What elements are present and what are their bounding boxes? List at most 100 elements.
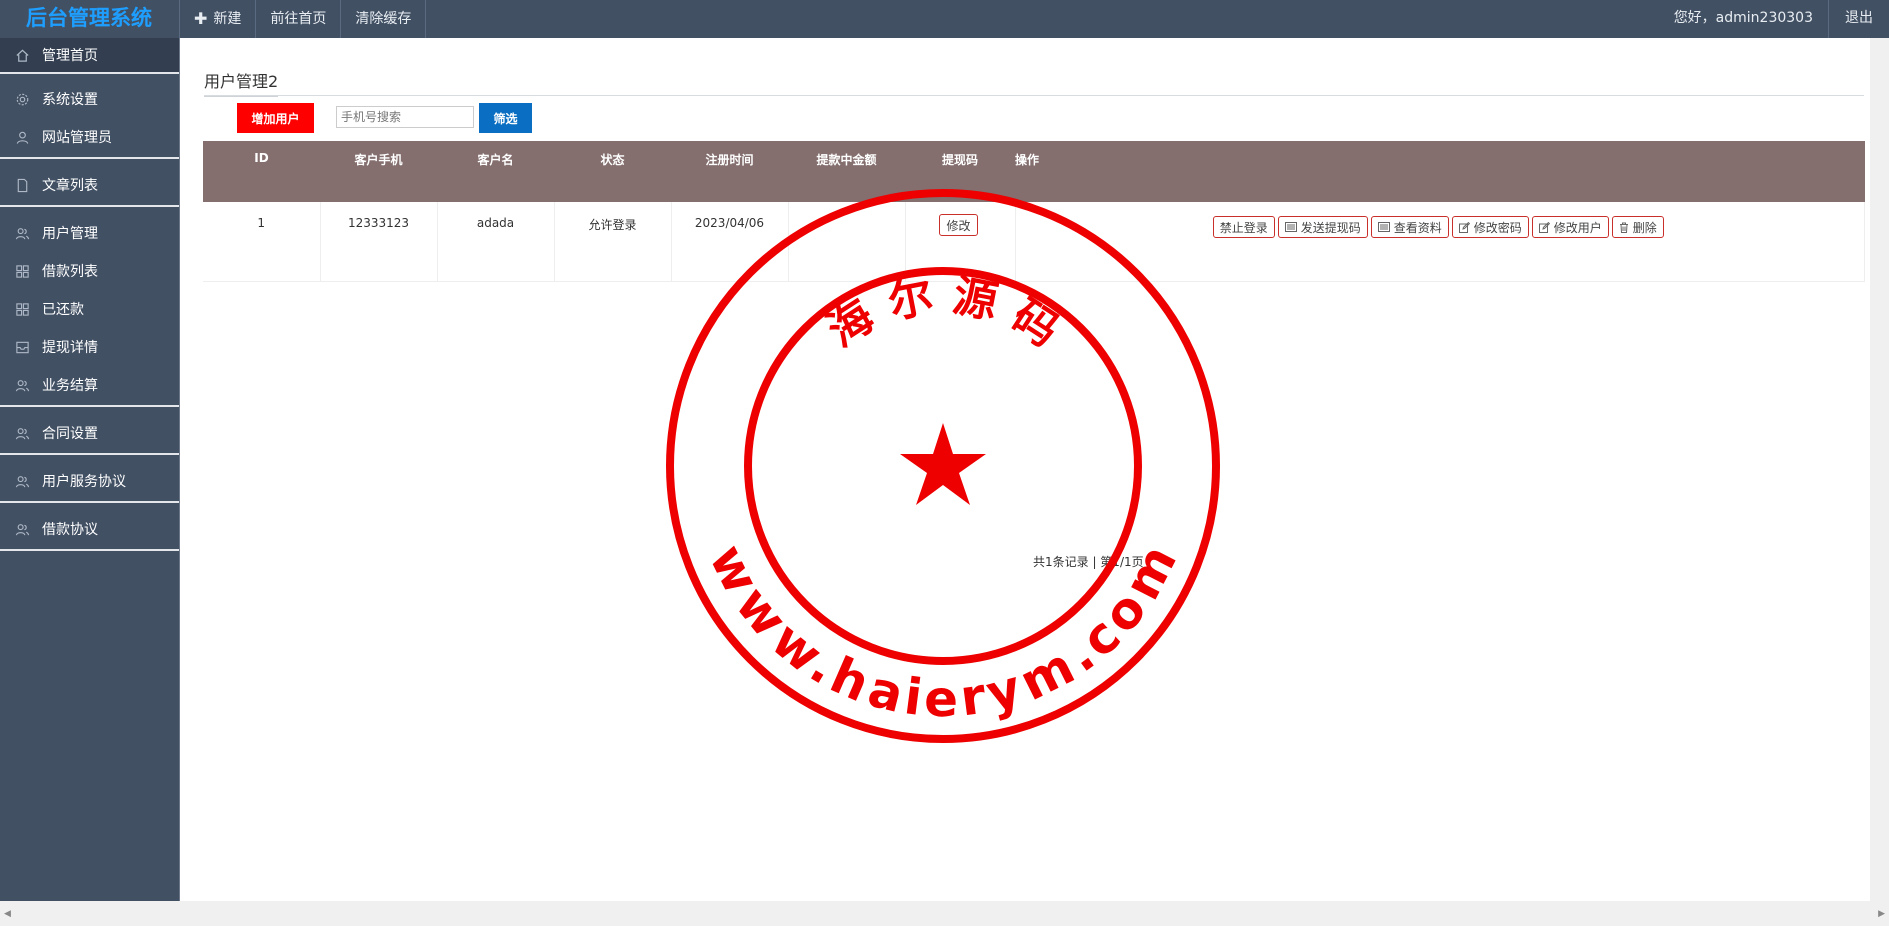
cell-status: 允许登录 — [554, 202, 672, 282]
column-header-name: 客户名 — [477, 153, 514, 167]
sidebar-divider — [0, 549, 179, 551]
list-icon — [1284, 222, 1297, 232]
sidebar-item-label: 业务结算 — [42, 378, 98, 394]
action-label: 禁止登录 — [1219, 220, 1268, 235]
cell-amount — [788, 202, 906, 282]
column-header-reg-time: 注册时间 — [705, 153, 754, 167]
top-bar: 后台管理系统 ✚ 新建 前往首页 清除缓存 您好，admin230303 退出 — [0, 0, 1889, 38]
sidebar-divider — [0, 205, 179, 207]
cell-phone: 12333123 — [320, 202, 438, 282]
table-header-row: ID 客户手机 客户名 状态 注册时间 提款中金额 提现码 操作 — [203, 141, 1865, 202]
sidebar-item-service-agreement[interactable]: 用户服务协议 — [0, 464, 179, 498]
inbox-icon — [14, 339, 30, 355]
sidebar-item-loan-list[interactable]: 借款列表 — [0, 254, 179, 288]
edit-user-button[interactable]: 修改用户 — [1531, 216, 1609, 238]
user-icon — [14, 129, 30, 145]
sidebar-item-repaid[interactable]: 已还款 — [0, 292, 179, 326]
goto-homepage-button[interactable]: 前往首页 — [255, 0, 342, 38]
grid-icon — [14, 263, 30, 279]
sidebar-divider — [0, 501, 179, 503]
document-icon — [14, 177, 30, 193]
sidebar-item-withdraw-details[interactable]: 提现详情 — [0, 330, 179, 364]
edit-icon — [1538, 221, 1550, 233]
sidebar-divider — [0, 405, 179, 407]
sidebar-item-label: 借款协议 — [42, 522, 98, 538]
sidebar-divider — [0, 72, 179, 74]
brand-title[interactable]: 后台管理系统 — [0, 0, 178, 38]
cell-reg-time: 2023/04/06 — [671, 202, 789, 282]
cell-code: 修改 — [905, 202, 1016, 282]
disable-login-button[interactable]: 禁止登录 — [1212, 216, 1275, 238]
action-label: 发送提现码 — [1300, 220, 1361, 235]
clear-cache-label: 清除缓存 — [355, 11, 412, 27]
top-nav: ✚ 新建 前往首页 清除缓存 — [179, 0, 427, 38]
edit-code-button[interactable]: 修改 — [939, 214, 978, 236]
sidebar-item-loan-agreement[interactable]: 借款协议 — [0, 512, 179, 546]
new-label: 新建 — [213, 11, 242, 27]
phone-search-input[interactable] — [336, 106, 474, 128]
gear-icon — [14, 91, 30, 107]
users-icon — [14, 225, 30, 241]
horizontal-scrollbar[interactable]: ◀ ▶ — [0, 901, 1889, 926]
edit-icon — [1458, 221, 1470, 233]
sidebar-item-label: 提现详情 — [42, 340, 98, 356]
list-icon — [1377, 222, 1390, 232]
cell-actions: 禁止登录 发送提现码 查看资料 修改密码 修改用户 删除 — [1015, 202, 1865, 282]
sidebar-divider — [0, 157, 179, 159]
vertical-scrollbar[interactable] — [1870, 38, 1889, 901]
welcome-text: 您好，admin230303 — [1673, 10, 1813, 26]
table-row: 1 12333123 adada 允许登录 2023/04/06 修改 禁止登录… — [203, 202, 1865, 282]
sidebar-divider — [0, 453, 179, 455]
filter-button[interactable]: 筛选 — [479, 103, 532, 133]
sidebar-item-label: 文章列表 — [42, 178, 98, 194]
sidebar-item-contract-settings[interactable]: 合同设置 — [0, 416, 179, 450]
sidebar: 管理首页 系统设置 网站管理员 文章列表 用户管理 借款列表 已还款 提现详情 … — [0, 38, 180, 901]
sidebar-item-site-admins[interactable]: 网站管理员 — [0, 120, 179, 154]
column-header-code: 提现码 — [941, 153, 978, 167]
sidebar-item-label: 借款列表 — [42, 264, 98, 280]
logout-button[interactable]: 退出 — [1828, 0, 1889, 38]
sidebar-item-dashboard[interactable]: 管理首页 — [0, 38, 179, 72]
delete-button[interactable]: 删除 — [1611, 216, 1664, 238]
home-icon — [14, 47, 30, 63]
main-content: 用户管理2 增加用户 筛选 ID 客户手机 客户名 状态 注册时间 提款中金额 … — [180, 38, 1870, 901]
add-user-button[interactable]: 增加用户 — [237, 103, 314, 133]
grid-icon — [14, 301, 30, 317]
clear-cache-button[interactable]: 清除缓存 — [340, 0, 427, 38]
cell-id: 1 — [203, 202, 321, 282]
users-icon — [14, 473, 30, 489]
action-label: 删除 — [1632, 220, 1657, 235]
column-header-status: 状态 — [600, 153, 625, 167]
users-icon — [14, 377, 30, 393]
sidebar-item-label: 用户服务协议 — [42, 474, 126, 490]
column-header-actions: 操作 — [1015, 153, 1040, 167]
sidebar-item-system-settings[interactable]: 系统设置 — [0, 82, 179, 116]
sidebar-item-articles[interactable]: 文章列表 — [0, 168, 179, 202]
column-header-phone: 客户手机 — [354, 153, 403, 167]
sidebar-item-label: 管理首页 — [42, 48, 98, 64]
view-profile-button[interactable]: 查看资料 — [1370, 216, 1449, 238]
sidebar-item-settlement[interactable]: 业务结算 — [0, 368, 179, 402]
page-title: 用户管理2 — [204, 68, 279, 97]
new-button[interactable]: ✚ 新建 — [179, 0, 257, 38]
plus-icon: ✚ — [194, 9, 208, 28]
users-icon — [14, 425, 30, 441]
scroll-left-icon[interactable]: ◀ — [4, 909, 11, 919]
column-header-amount: 提款中金额 — [816, 153, 877, 167]
goto-homepage-label: 前往首页 — [270, 11, 327, 27]
action-label: 修改密码 — [1473, 220, 1522, 235]
sidebar-item-user-management[interactable]: 用户管理 — [0, 216, 179, 250]
sidebar-item-label: 用户管理 — [42, 226, 98, 242]
action-label: 修改用户 — [1553, 220, 1602, 235]
users-icon — [14, 521, 30, 537]
scroll-right-icon[interactable]: ▶ — [1878, 909, 1885, 919]
sidebar-item-label: 系统设置 — [42, 92, 98, 108]
sidebar-item-label: 网站管理员 — [42, 130, 112, 146]
cell-name: adada — [437, 202, 555, 282]
sidebar-item-label: 已还款 — [42, 302, 84, 318]
send-code-button[interactable]: 发送提现码 — [1277, 216, 1368, 238]
action-label: 查看资料 — [1393, 220, 1442, 235]
column-header-id: ID — [254, 151, 269, 165]
change-password-button[interactable]: 修改密码 — [1451, 216, 1529, 238]
sidebar-item-label: 合同设置 — [42, 426, 98, 442]
